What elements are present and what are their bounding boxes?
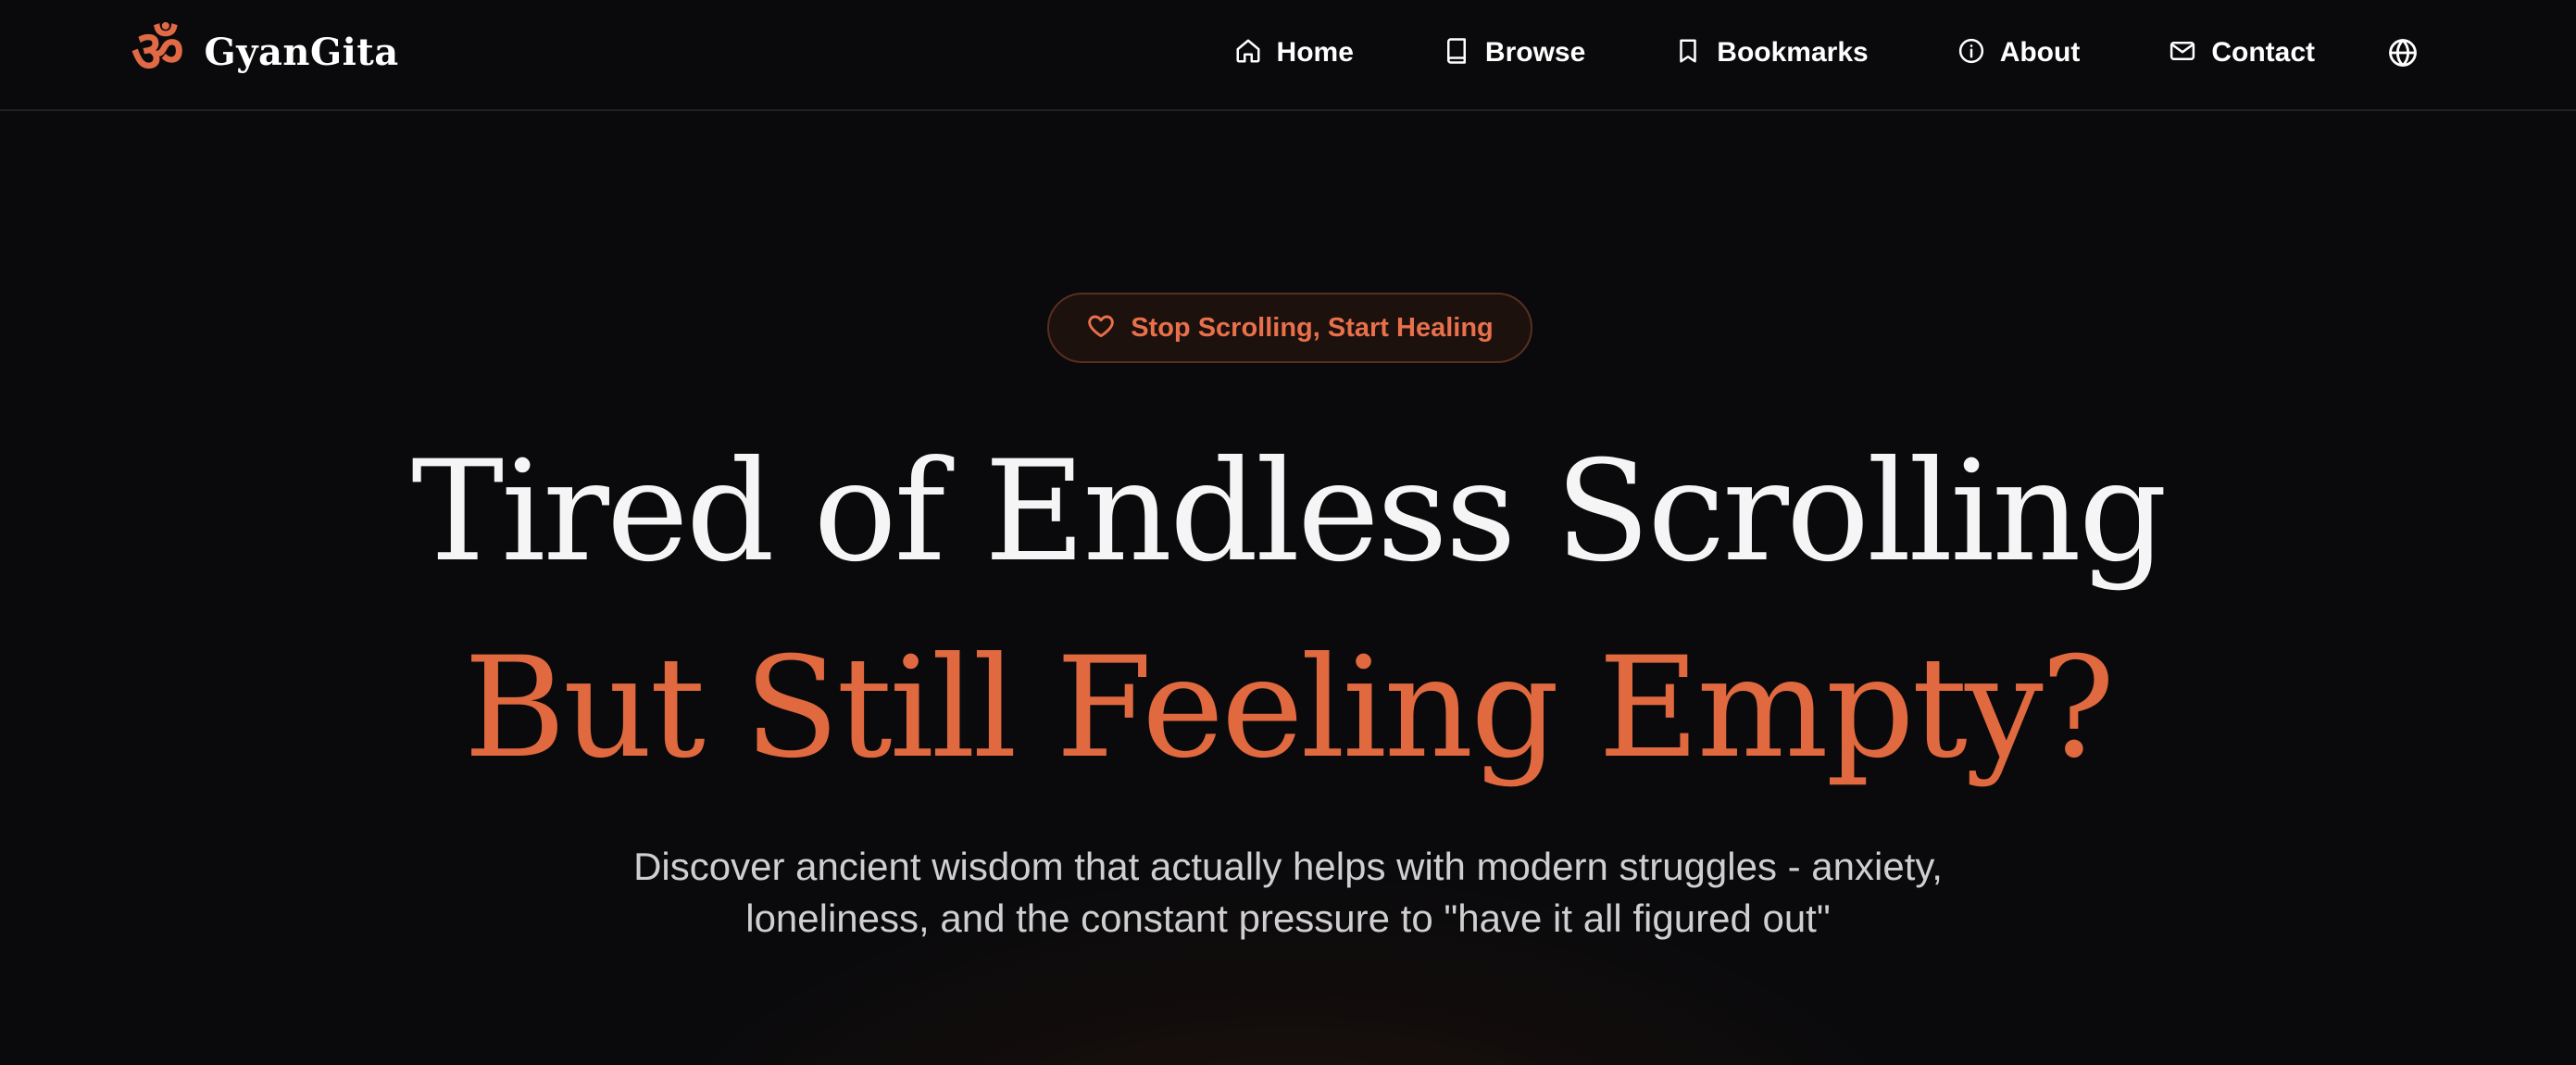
heart-icon	[1086, 311, 1116, 345]
hero-badge: Stop Scrolling, Start Healing	[1047, 293, 1532, 363]
nav-item-browse[interactable]: Browse	[1443, 37, 1585, 69]
om-logo-icon: ॐ	[131, 18, 184, 85]
nav-item-bookmarks[interactable]: Bookmarks	[1674, 37, 1869, 69]
hero-subtitle-line-1: Discover ancient wisdom that actually he…	[633, 845, 1943, 888]
nav-label-contact: Contact	[2211, 37, 2315, 68]
nav-label-about: About	[1999, 37, 2081, 68]
top-navbar: ॐ GyanGita Home Browse Bookmarks About C…	[0, 0, 2576, 111]
book-icon	[1443, 37, 1470, 69]
globe-icon	[2387, 39, 2419, 72]
home-icon	[1234, 37, 1262, 69]
brand-logo[interactable]: ॐ GyanGita	[131, 19, 399, 85]
info-icon	[1957, 37, 1985, 69]
nav-item-about[interactable]: About	[1957, 37, 2081, 69]
hero-headline-accent: But Still Feeling Empty?	[463, 628, 2115, 789]
nav-item-home[interactable]: Home	[1234, 37, 1354, 69]
nav-label-bookmarks: Bookmarks	[1717, 37, 1869, 68]
hero-badge-label: Stop Scrolling, Start Healing	[1131, 312, 1494, 343]
nav-links: Home Browse Bookmarks About Contact	[1234, 24, 2419, 81]
hero-headline: Tired of Endless Scrolling	[411, 432, 2168, 593]
nav-item-contact[interactable]: Contact	[2169, 37, 2315, 69]
brand-name: GyanGita	[204, 30, 399, 74]
hero-subtitle: Discover ancient wisdom that actually he…	[547, 841, 2029, 945]
nav-label-browse: Browse	[1484, 37, 1586, 68]
bookmark-icon	[1674, 37, 1702, 69]
hero-subtitle-line-2: loneliness, and the constant pressure to…	[745, 896, 1831, 940]
mail-icon	[2169, 37, 2196, 69]
landing-page: ॐ GyanGita Home Browse Bookmarks About C…	[0, 0, 2576, 1065]
language-button[interactable]	[2387, 37, 2419, 69]
nav-label-home: Home	[1276, 37, 1354, 68]
